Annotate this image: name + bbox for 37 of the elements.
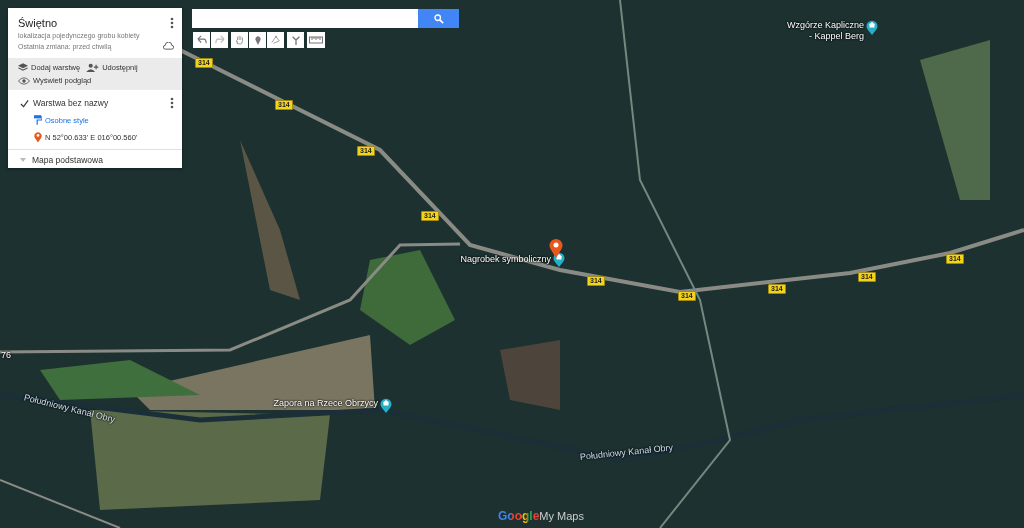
- map-label: Południowy Kanał Obry: [579, 442, 674, 463]
- line-tool-button[interactable]: [267, 32, 284, 48]
- add-person-icon: [86, 63, 100, 72]
- measure-button[interactable]: [307, 32, 325, 48]
- fork-icon: [290, 35, 301, 45]
- directions-button[interactable]: [287, 32, 304, 48]
- place-icon[interactable]: [866, 20, 878, 35]
- hand-icon: [234, 35, 245, 45]
- undo-button[interactable]: [193, 32, 210, 48]
- redo-icon: [214, 35, 225, 45]
- eye-icon: [18, 76, 30, 85]
- marker-tool-button[interactable]: [249, 32, 266, 48]
- map-label: Nagrobek symboliczny: [460, 254, 551, 265]
- more-icon[interactable]: [170, 17, 174, 29]
- layers-icon: [18, 63, 28, 72]
- cloud-icon: [163, 42, 174, 50]
- search-field[interactable]: [192, 9, 418, 28]
- marker-icon: [252, 35, 263, 45]
- place-icon[interactable]: [380, 398, 392, 413]
- map-pin-icon: [34, 131, 42, 143]
- layer-checkbox[interactable]: [20, 98, 29, 108]
- search-button[interactable]: [418, 9, 459, 28]
- undo-icon: [196, 35, 207, 45]
- layer-name[interactable]: Warstwa bez nazwy: [33, 98, 109, 108]
- polyline-icon: [270, 35, 281, 45]
- paint-roller-icon: [34, 115, 42, 125]
- map-label: Wzgórze Kapliczne - Kappel Berg: [786, 20, 864, 42]
- map-title[interactable]: Świętno: [18, 17, 58, 29]
- search-icon: [433, 13, 444, 24]
- map-label: 76: [1, 350, 11, 361]
- hand-tool-button[interactable]: [231, 32, 248, 48]
- map-pin-icon[interactable]: [549, 238, 563, 258]
- more-icon[interactable]: [170, 97, 174, 109]
- ruler-icon: [309, 36, 323, 44]
- logo-product: My Maps: [539, 510, 584, 522]
- satellite-map-drawing[interactable]: [0, 0, 1024, 528]
- base-map-label[interactable]: Mapa podstawowa: [32, 155, 103, 165]
